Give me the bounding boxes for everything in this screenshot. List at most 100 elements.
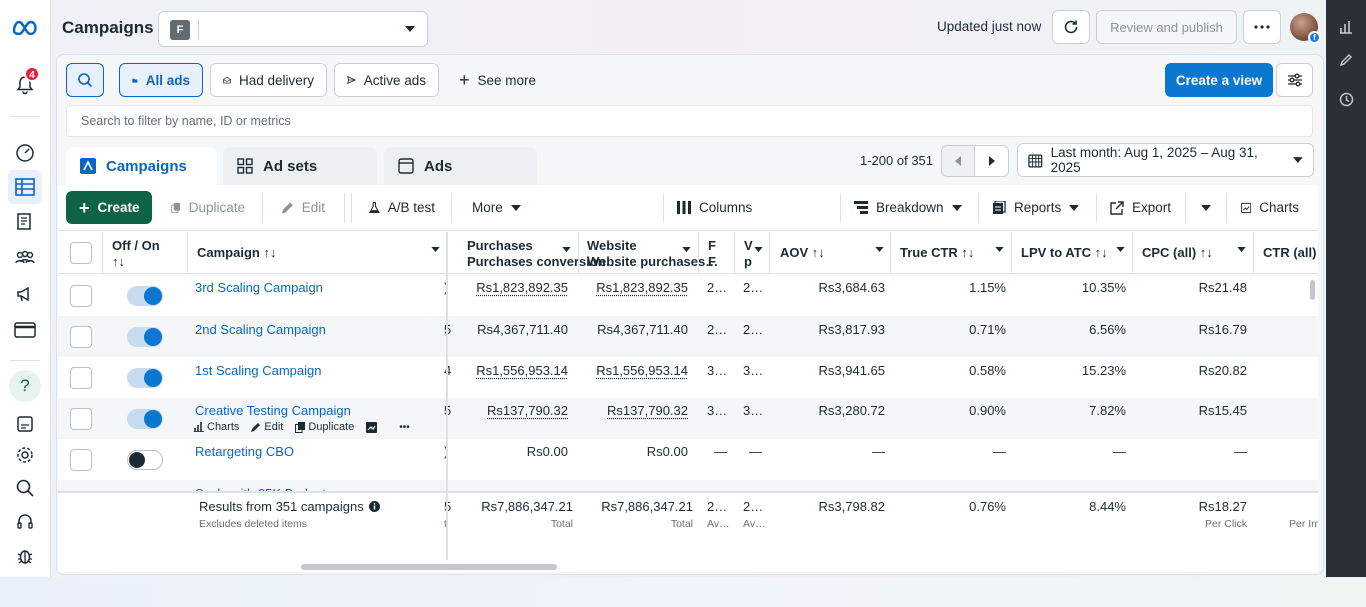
help-icon[interactable]: ? [9,370,41,402]
pencil-icon[interactable] [1336,50,1356,70]
bar-chart-icon[interactable] [1336,17,1356,37]
chevron-down-icon[interactable] [1116,247,1125,252]
bug-report-icon[interactable] [8,539,42,573]
table-row[interactable]: 2nd Scaling Campaign 5 Rs4,367,711.40 Rs… [58,316,1318,357]
campaigns-table: Off / On ↑↓ Campaign ↑↓ Purchases Purchase… [58,232,1318,572]
select-all-checkbox[interactable] [70,242,92,264]
vertical-scrollbar[interactable] [1310,280,1315,300]
campaign-name-link[interactable]: Retargeting CBO [195,444,294,459]
tab-ads[interactable]: Ads [384,147,537,185]
prev-page-button[interactable] [941,145,975,177]
notifications-icon[interactable]: 4 [8,66,42,102]
summary-label: Results from 351 campaigns [199,499,364,514]
campaign-name-link[interactable]: 3rd Scaling Campaign [195,280,323,295]
audiences-icon[interactable] [8,241,42,275]
header-campaign[interactable]: Campaign ↑↓ [197,245,276,261]
campaign-name-link[interactable]: 1st Scaling Campaign [195,363,321,378]
campaign-name-link[interactable]: 2nd Scaling Campaign [195,322,326,337]
row-more-action[interactable]: ••• [399,422,410,433]
header-cpc-all[interactable]: CPC (all) ↑↓ [1142,245,1213,261]
website-purchases-value: Rs137,790.32 [607,403,688,418]
row-charts-action[interactable]: Charts [194,421,239,433]
row-checkbox[interactable] [70,367,92,389]
chevron-down-icon[interactable] [995,247,1004,252]
meta-logo-icon[interactable] [8,10,42,44]
row-checkbox[interactable] [70,326,92,348]
search-icon[interactable] [8,471,42,505]
campaigns-table-icon[interactable] [8,170,42,204]
header-ctr-all[interactable]: CTR (all) [1263,245,1316,261]
see-more-filter[interactable]: + See more [446,63,542,97]
table-row[interactable]: Retargeting CBO ) Rs0.00 Rs0.00 — — — — … [58,439,1318,480]
table-row[interactable]: 1st Scaling Campaign 4 Rs1,556,953.14 Rs… [58,357,1318,398]
campaign-toggle[interactable] [127,450,163,470]
ad-account-select[interactable]: F [158,11,428,47]
campaign-toggle[interactable] [127,327,163,347]
tab-campaigns[interactable]: Campaigns [66,147,217,185]
settings-gear-icon[interactable] [8,438,42,472]
pages-icon[interactable] [8,205,42,239]
campaign-toggle[interactable] [127,409,163,429]
row-duplicate-label: Duplicate [308,421,355,433]
create-view-button[interactable]: Create a view [1165,63,1273,97]
review-and-publish-button[interactable]: Review and publish [1096,10,1237,44]
row-checkbox[interactable] [70,408,92,430]
search-input[interactable]: Search to filter by name, ID or metrics [66,105,1313,137]
website-purchases-value: Rs4,367,711.40 [597,322,688,337]
dashboard-icon[interactable] [8,135,42,169]
support-headset-icon[interactable] [8,505,42,539]
sort-icon: ↑↓ [1094,245,1108,260]
more-options-button[interactable] [1243,10,1281,44]
campaign-toggle[interactable] [127,286,163,306]
info-icon[interactable] [368,501,380,512]
chevron-down-icon[interactable] [682,247,691,252]
campaign-name-link[interactable]: Creative Testing Campaign [195,403,351,418]
header-col-v[interactable]: Vp [744,238,753,270]
campaign-toggle[interactable] [127,368,163,388]
row-charts-label: Charts [207,421,240,433]
refresh-button[interactable] [1052,10,1090,44]
create-button[interactable]: + Create [66,191,152,224]
megaphone-icon[interactable] [8,277,42,311]
chevron-down-icon[interactable] [875,247,884,252]
header-aov[interactable]: AOV ↑↓ [780,245,825,261]
active-ads-filter[interactable]: Active ads [334,63,439,97]
columns-button[interactable]: Columns [664,191,840,224]
export-options-button[interactable] [1188,191,1224,224]
row-edit-action[interactable]: Edit [251,421,283,433]
billing-card-icon[interactable] [8,313,42,347]
history-clock-icon[interactable] [1336,89,1356,109]
table-row[interactable]: 3rd Scaling Campaign ) Rs1,823,892.35 Rs… [58,275,1318,316]
row-checkbox[interactable] [70,449,92,471]
header-true-ctr[interactable]: True CTR ↑↓ [900,245,974,261]
row-checkbox[interactable] [70,285,92,307]
next-page-button[interactable] [975,145,1009,177]
charts-button[interactable]: Charts [1228,191,1312,224]
had-delivery-filter[interactable]: Had delivery [210,63,327,97]
chevron-down-icon[interactable] [431,247,440,252]
edit-button[interactable]: Edit [268,191,338,224]
business-suite-icon[interactable] [8,407,42,441]
row-duplicate-action[interactable]: Duplicate [295,421,354,433]
search-toggle-button[interactable] [66,63,104,97]
all-ads-filter[interactable]: All ads [119,63,203,97]
breakdown-button[interactable]: Breakdown [841,191,975,224]
tab-ad-sets[interactable]: Ad sets [223,147,377,185]
chevron-down-icon[interactable] [754,247,763,252]
export-button[interactable]: Export [1097,191,1185,224]
header-col-f[interactable]: FF [708,238,716,270]
user-avatar[interactable]: f [1290,13,1321,44]
date-range-picker[interactable]: Last month: Aug 1, 2025 – Aug 31, 2025 [1017,143,1314,177]
header-lpv-atc[interactable]: LPV to ATC ↑↓ [1021,245,1108,261]
horizontal-scrollbar[interactable] [301,564,557,570]
duplicate-button[interactable]: Duplicate [158,191,258,224]
header-off-on[interactable]: Off / On ↑↓ [112,238,160,270]
chevron-down-icon[interactable] [562,247,571,252]
table-row[interactable]: Creative Testing Campaign Charts Edit Du… [58,398,1318,439]
ab-test-button[interactable]: A/B test [356,191,448,224]
more-menu-button[interactable]: More [459,191,534,224]
reports-button[interactable]: Reports [979,191,1095,224]
row-pin-action[interactable] [366,421,378,433]
chevron-down-icon[interactable] [1237,247,1246,252]
view-settings-button[interactable] [1276,63,1313,97]
